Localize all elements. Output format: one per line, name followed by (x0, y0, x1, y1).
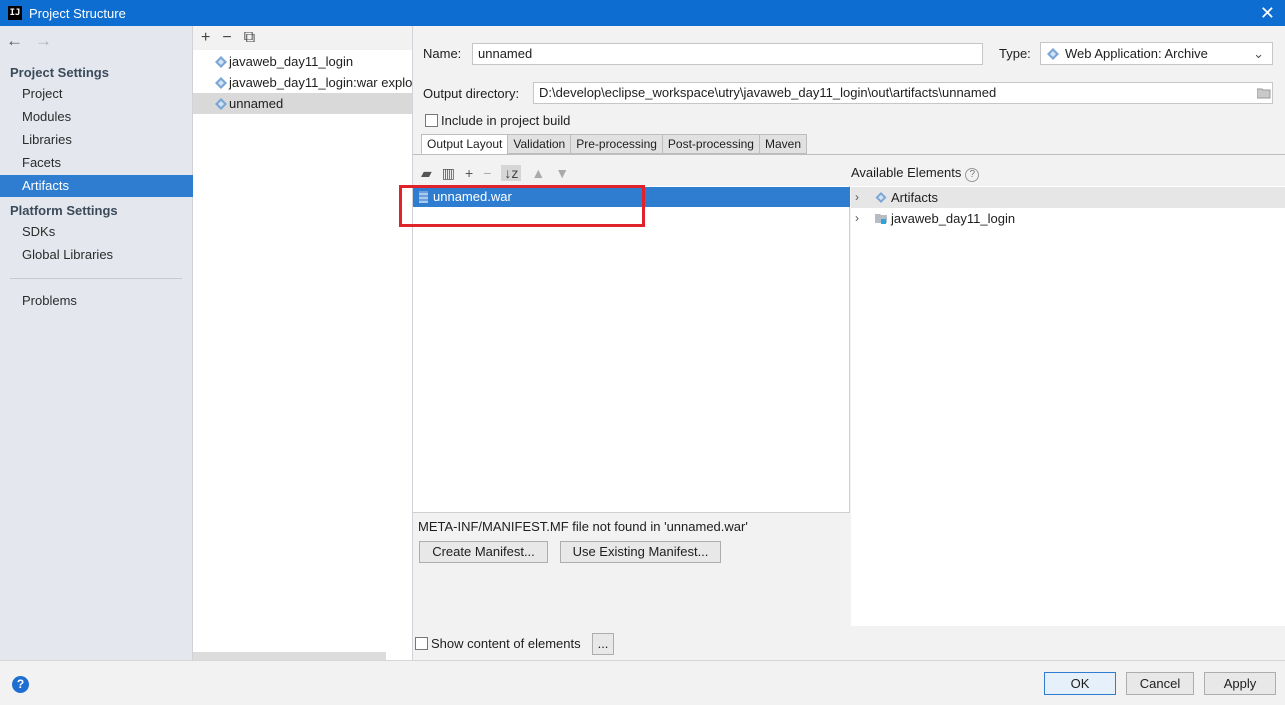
web-app-icon (1047, 48, 1059, 60)
window-title: Project Structure (29, 5, 126, 21)
project-settings-header: Project Settings (10, 65, 109, 80)
create-manifest-button[interactable]: Create Manifest... (419, 541, 548, 563)
platform-settings-header: Platform Settings (10, 203, 118, 218)
tab-maven[interactable]: Maven (758, 134, 807, 154)
artifact-item-selected[interactable]: unnamed (193, 93, 412, 114)
help-button[interactable]: ? (12, 676, 29, 693)
available-elements-header: Available Elements? (851, 165, 980, 182)
tab-pre-processing[interactable]: Pre-processing (570, 134, 663, 154)
available-elements-tree: › Artifacts › javaweb_day11_login (851, 186, 1285, 626)
move-up-icon[interactable]: ▲ (531, 165, 545, 181)
close-icon[interactable]: ✕ (1260, 2, 1275, 24)
history-nav: ← → (6, 31, 52, 51)
sidebar-item-facets[interactable]: Facets (0, 152, 193, 174)
artifact-label: unnamed (229, 96, 284, 111)
output-directory-label: Output directory: (423, 86, 520, 101)
type-label: Type: (999, 46, 1031, 61)
add-element-icon[interactable]: + (465, 165, 473, 181)
remove-element-icon[interactable]: − (483, 165, 491, 181)
copy-artifact-icon[interactable]: ⧉ (244, 29, 255, 47)
tree-label: Artifacts (891, 190, 938, 205)
artifact-item[interactable]: javaweb_day11_login:war exploded (193, 72, 412, 93)
apply-button[interactable]: Apply (1204, 672, 1276, 695)
tree-label: javaweb_day11_login (891, 211, 1016, 226)
show-content-label: Show content of elements (431, 636, 581, 651)
chevron-right-icon[interactable]: › (855, 187, 859, 208)
intellij-app-icon: IJ (8, 6, 22, 20)
settings-sidebar: ← → Project Settings Project Modules Lib… (0, 26, 193, 660)
name-label: Name: (423, 46, 462, 61)
output-directory-input[interactable]: D:\develop\eclipse_workspace\utry\javawe… (533, 82, 1273, 104)
show-content-options-button[interactable]: ... (592, 633, 614, 655)
tab-post-processing[interactable]: Post-processing (661, 134, 760, 154)
manifest-section: META-INF/MANIFEST.MF file not found in '… (413, 512, 850, 626)
tab-divider (413, 154, 1285, 155)
title-bar: IJ Project Structure ✕ (0, 0, 1285, 26)
chevron-right-icon[interactable]: › (855, 208, 859, 229)
create-archive-icon[interactable]: ▥ (442, 165, 455, 182)
include-in-build-checkbox[interactable] (425, 114, 438, 127)
horizontal-scrollbar[interactable] (193, 652, 386, 660)
move-down-icon[interactable]: ▼ (555, 165, 569, 181)
sidebar-item-artifacts[interactable]: Artifacts (0, 175, 193, 197)
help-icon[interactable]: ? (965, 168, 980, 182)
new-directory-icon[interactable]: ▰ (421, 165, 432, 182)
sidebar-item-global-libraries[interactable]: Global Libraries (0, 244, 193, 266)
output-layout-toolbar: ▰ ▥ + − ↓z ▲ ▼ (413, 160, 850, 186)
artifact-item[interactable]: javaweb_day11_login (193, 51, 412, 72)
dialog-button-bar: ? OK Cancel Apply (0, 660, 1285, 705)
sidebar-item-libraries[interactable]: Libraries (0, 129, 193, 151)
back-arrow-icon[interactable]: ← (6, 31, 23, 51)
forward-arrow-icon[interactable]: → (35, 31, 52, 51)
highlight-annotation-box (399, 185, 645, 227)
name-input[interactable]: unnamed (472, 43, 983, 65)
artifacts-icon (875, 192, 887, 203)
artifact-icon (215, 77, 227, 89)
chevron-down-icon: ⌄ (1253, 46, 1264, 61)
tab-output-layout[interactable]: Output Layout (421, 134, 509, 154)
tree-row-module[interactable]: › javaweb_day11_login (851, 208, 1285, 229)
sidebar-divider (10, 278, 182, 279)
show-content-checkbox[interactable] (415, 637, 428, 650)
sort-elements-icon[interactable]: ↓z (501, 165, 522, 181)
sidebar-item-project[interactable]: Project (0, 83, 193, 105)
tab-validation[interactable]: Validation (507, 134, 572, 154)
artifacts-list-panel: + − ⧉ javaweb_day11_login javaweb_day11_… (193, 26, 413, 660)
artifact-tabs: Output Layout Validation Pre-processing … (421, 134, 807, 154)
type-select-value: Web Application: Archive (1065, 46, 1208, 61)
available-elements-label: Available Elements (851, 165, 962, 180)
cancel-button[interactable]: Cancel (1126, 672, 1194, 695)
use-existing-manifest-button[interactable]: Use Existing Manifest... (560, 541, 721, 563)
add-artifact-icon[interactable]: + (201, 29, 210, 47)
artifact-detail-panel: Name: unnamed Type: Web Application: Arc… (399, 26, 1285, 660)
artifact-icon (215, 98, 227, 110)
artifact-icon (215, 56, 227, 68)
type-select[interactable]: Web Application: Archive ⌄ (1040, 42, 1273, 65)
folder-browse-icon[interactable] (1257, 87, 1271, 99)
sidebar-item-sdks[interactable]: SDKs (0, 221, 193, 243)
artifacts-toolbar: + − ⧉ (193, 26, 412, 50)
output-layout-tree: unnamed.war (399, 185, 850, 512)
artifact-label: javaweb_day11_login (229, 54, 354, 69)
ok-button[interactable]: OK (1044, 672, 1116, 695)
tree-row-artifacts[interactable]: › Artifacts (851, 187, 1285, 208)
artifact-label: javaweb_day11_login:war exploded (229, 75, 412, 90)
sidebar-item-problems[interactable]: Problems (0, 290, 193, 312)
sidebar-item-modules[interactable]: Modules (0, 106, 193, 128)
module-folder-icon (875, 214, 887, 224)
manifest-message: META-INF/MANIFEST.MF file not found in '… (418, 519, 748, 534)
remove-artifact-icon[interactable]: − (222, 29, 231, 47)
include-in-build-label: Include in project build (441, 113, 571, 128)
